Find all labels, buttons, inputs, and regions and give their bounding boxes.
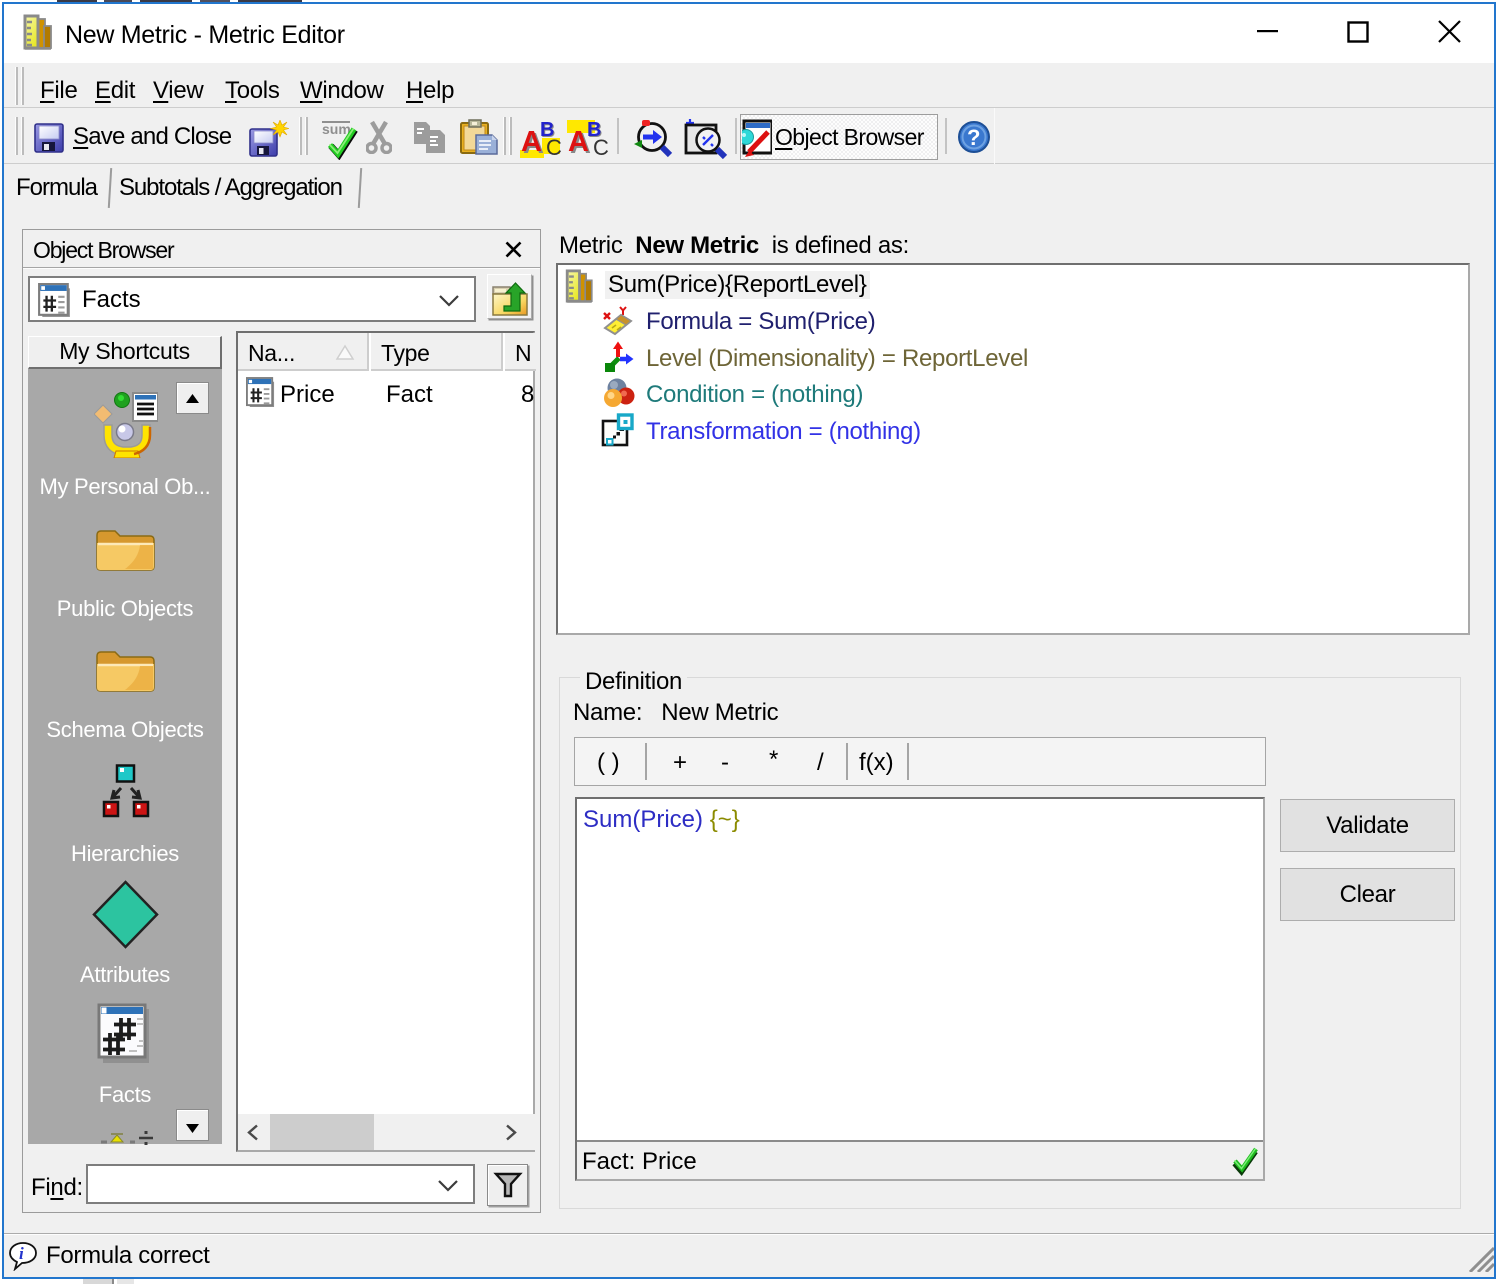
svg-text:?: ? xyxy=(967,125,980,150)
svg-text:A: A xyxy=(568,126,589,158)
svg-text:A: A xyxy=(521,126,542,158)
svg-text:sum: sum xyxy=(322,121,351,137)
svg-text:C: C xyxy=(546,135,562,160)
svg-text:C: C xyxy=(593,135,609,160)
svg-text:i: i xyxy=(19,1244,24,1263)
